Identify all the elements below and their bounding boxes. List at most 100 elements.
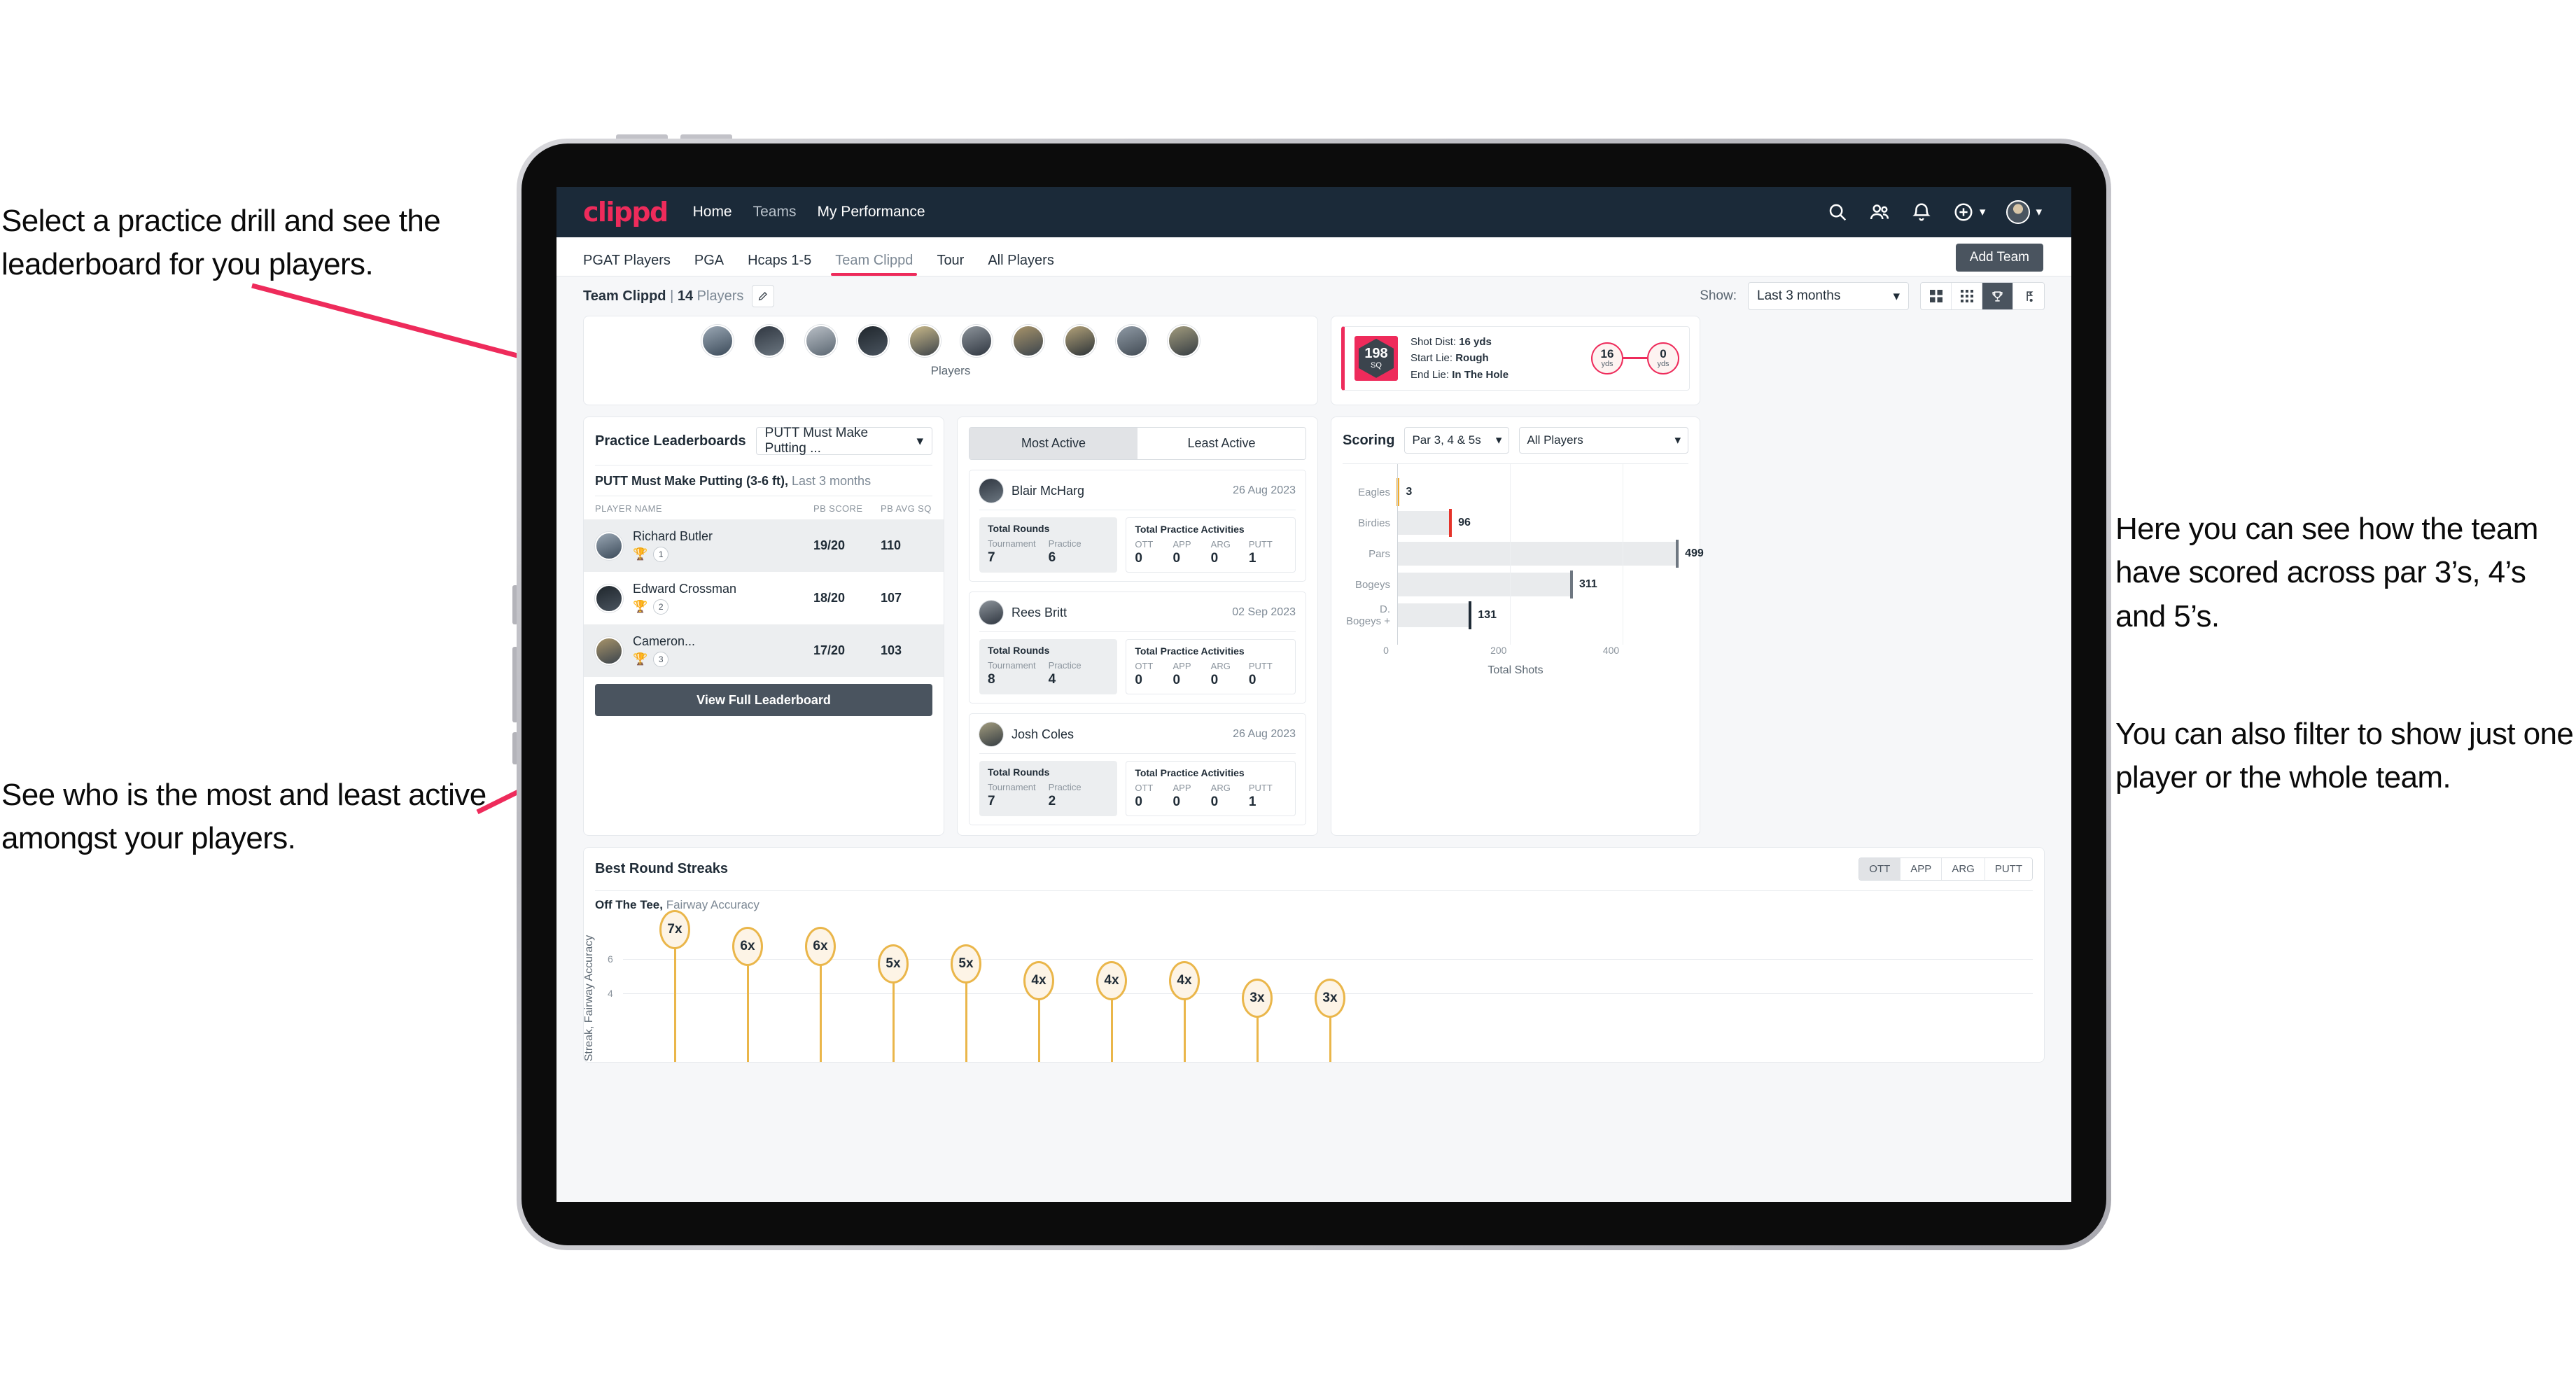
tab-team-clippd[interactable]: Team Clippd — [831, 253, 918, 276]
streaks-plot: Streak, Fairway Accuracy 4 6 7x 6x 6x 5x 5x 4x 4… — [583, 909, 2033, 1062]
activity-card[interactable]: Blair McHarg 26 Aug 2023 Total Rounds Tourn… — [969, 470, 1306, 582]
scoring-bar-label: D. Bogeys + — [1346, 603, 1390, 627]
plus-chevron-down-icon[interactable]: ▾ — [1980, 205, 1986, 219]
tab-pgat-players[interactable]: PGAT Players — [583, 253, 671, 276]
avatar[interactable] — [2006, 200, 2031, 224]
streaks-btn-arg[interactable]: ARG — [1942, 858, 1985, 880]
streak-marker[interactable]: 6x — [805, 927, 836, 966]
streak-marker[interactable]: 5x — [951, 944, 981, 983]
activity-player-name: Blair McHarg — [1011, 483, 1085, 498]
flag-icon[interactable] — [2013, 283, 2044, 309]
player-avatar — [595, 636, 623, 665]
player-avatar[interactable] — [1116, 325, 1148, 357]
player-avatar[interactable] — [753, 325, 785, 357]
streaks-btn-ott[interactable]: OTT — [1859, 858, 1901, 880]
activity-card[interactable]: Josh Coles 26 Aug 2023 Total Rounds Tournam… — [969, 713, 1306, 825]
top-navbar: clippd Home Teams My Performance ▾ ▾ — [556, 187, 2071, 237]
practice-stat-key: APP — [1172, 783, 1191, 793]
rounds-stat: Tournament 7 — [988, 782, 1049, 809]
streak-marker[interactable]: 3x — [1242, 978, 1273, 1018]
streak-marker[interactable]: 4x — [1096, 961, 1127, 1000]
sq-unit: SQ — [1371, 360, 1382, 370]
tab-least-active[interactable]: Least Active — [1138, 428, 1306, 459]
scoring-x-tick: 400 — [1602, 645, 1620, 656]
divider — [979, 753, 1296, 754]
practice-stat-value: 0 — [1172, 794, 1181, 809]
player-avatar[interactable] — [909, 325, 941, 357]
leaderboard-row[interactable]: Edward Crossman 🏆 2 18/20 107 — [584, 572, 944, 624]
streak-marker[interactable]: 3x — [1315, 978, 1345, 1018]
clippd-logo[interactable]: clippd — [583, 197, 668, 227]
practice-stat: ARG 0 — [1211, 661, 1249, 688]
grid-large-icon[interactable] — [1921, 283, 1952, 309]
players-word: Players — [696, 288, 744, 304]
add-team-button[interactable]: Add Team — [1955, 244, 2043, 272]
show-range-select[interactable]: Last 3 months ▾ — [1748, 282, 1909, 310]
player-filter-select[interactable]: All Players ▾ — [1519, 427, 1688, 454]
tab-most-active[interactable]: Most Active — [969, 428, 1138, 459]
rounds-stat-key: Tournament — [988, 538, 1036, 549]
edit-team-button[interactable] — [752, 285, 775, 307]
sub-toolbar-right: Show: Last 3 months ▾ — [1700, 282, 2045, 310]
player-avatar — [979, 722, 1003, 746]
streak-stem — [1110, 993, 1113, 1062]
shot-detail-card: 198 SQ Shot Dist: 16 yds Start Lie: Roug… — [1331, 316, 1700, 405]
par-select[interactable]: Par 3, 4 & 5s ▾ — [1404, 427, 1510, 454]
player-avatar[interactable] — [701, 325, 734, 357]
grid-small-icon[interactable] — [1952, 283, 1982, 309]
tab-all-players[interactable]: All Players — [988, 253, 1054, 276]
rounds-stat: Tournament 8 — [988, 660, 1049, 687]
people-icon[interactable] — [1869, 202, 1890, 223]
player-avatar[interactable] — [1064, 325, 1096, 357]
nav-link-home[interactable]: Home — [693, 204, 732, 220]
avatar-chevron-down-icon[interactable]: ▾ — [2036, 205, 2042, 219]
trophy-icon[interactable] — [1982, 283, 2013, 309]
tab-tour[interactable]: Tour — [937, 253, 964, 276]
search-icon[interactable] — [1827, 202, 1848, 223]
tab-pga[interactable]: PGA — [694, 253, 724, 276]
plus-circle-icon[interactable] — [1953, 202, 1974, 223]
leaderboard-row[interactable]: Richard Butler 🏆 1 19/20 110 — [584, 519, 944, 572]
leaderboard-column-headers: PLAYER NAME PB SCORE PB AVG SQ — [584, 496, 944, 519]
scoring-bar-track: 499 — [1397, 538, 1704, 569]
activity-card-body: Total Rounds Tournament 7 Practice 2 Total Pr… — [979, 761, 1296, 816]
scoring-bar — [1397, 542, 1679, 566]
team-name: Team Clippd — [583, 288, 666, 304]
drill-select[interactable]: PUTT Must Make Putting ... ▾ — [755, 426, 932, 456]
trophy-icon: 🏆 — [633, 652, 648, 666]
nav-link-my-performance[interactable]: My Performance — [817, 204, 925, 220]
leaderboard-pb-avg-sq: 103 — [881, 643, 902, 657]
player-avatar[interactable] — [1012, 325, 1044, 357]
bell-icon[interactable] — [1911, 202, 1932, 223]
practice-stat-value: 0 — [1210, 551, 1219, 566]
nav-link-teams[interactable]: Teams — [753, 204, 797, 220]
rank-badge: 1 — [653, 547, 669, 562]
shot-detail-inner[interactable]: 198 SQ Shot Dist: 16 yds Start Lie: Roug… — [1341, 326, 1690, 391]
view-full-leaderboard-button[interactable]: View Full Leaderboard — [595, 684, 932, 716]
show-range-value: Last 3 months — [1757, 288, 1841, 303]
player-avatar[interactable] — [857, 325, 889, 357]
activity-card[interactable]: Rees Britt 02 Sep 2023 Total Rounds Tournam… — [969, 592, 1306, 704]
player-avatar[interactable] — [805, 325, 837, 357]
divider — [979, 631, 1296, 632]
tab-hcaps-1-5[interactable]: Hcaps 1-5 — [748, 253, 811, 276]
streak-marker[interactable]: 7x — [659, 909, 690, 949]
streak-marker[interactable]: 6x — [732, 927, 763, 966]
leaderboard-row[interactable]: Cameron... 🏆 3 17/20 103 — [584, 624, 944, 677]
tab-bar: PGAT Players PGA Hcaps 1-5 Team Clippd T… — [556, 237, 2071, 276]
player-avatar[interactable] — [1168, 325, 1200, 357]
streak-marker[interactable]: 4x — [1169, 961, 1200, 1000]
leaderboard-subtitle-bold: PUTT Must Make Putting (3-6 ft), — [595, 474, 788, 488]
tablet-bezel: clippd Home Teams My Performance ▾ ▾ PGA… — [522, 144, 2106, 1245]
scoring-bar-row: Eagles 3 — [1343, 477, 1688, 507]
streak-marker[interactable]: 5x — [878, 944, 909, 983]
start-yards-circle: 16 yds — [1591, 342, 1623, 374]
streaks-btn-app[interactable]: APP — [1900, 858, 1942, 880]
par-select-value: Par 3, 4 & 5s — [1412, 433, 1481, 447]
pencil-icon — [759, 292, 768, 301]
streak-marker[interactable]: 4x — [1023, 961, 1054, 1000]
player-avatar[interactable] — [960, 325, 993, 357]
streak-stem — [892, 976, 895, 1062]
streaks-btn-putt[interactable]: PUTT — [1984, 858, 2032, 880]
practice-stat-value: 0 — [1135, 673, 1142, 687]
